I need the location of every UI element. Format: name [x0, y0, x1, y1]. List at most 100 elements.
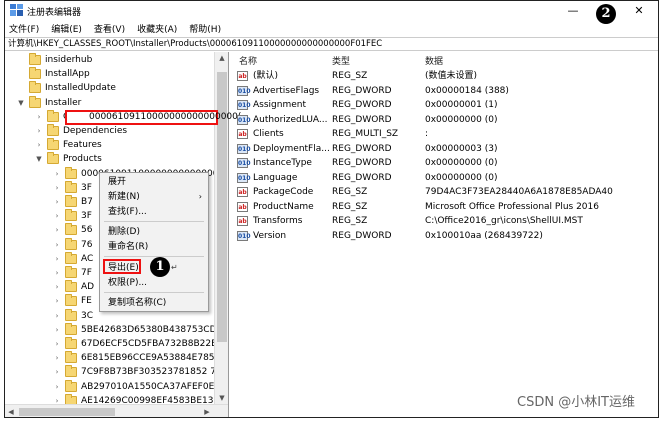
scroll-left-icon[interactable]: ◀	[5, 405, 17, 417]
submenu-arrow-icon: ›	[198, 192, 202, 201]
column-header-type[interactable]: 类型	[332, 54, 350, 67]
menu-2[interactable]: 查看(V)	[94, 22, 125, 35]
value-row[interactable]: 010 Language REG_DWORD 0x00000000 (0)	[231, 171, 658, 185]
tree-label: 3F	[81, 211, 92, 222]
watermark: CSDN @小林IT运维	[517, 395, 635, 410]
tree-horizontal-scrollbar[interactable]: ◀ ▶	[5, 404, 228, 417]
value-row[interactable]: ab ProductName REG_SZ Microsoft Office Prof…	[231, 200, 658, 214]
menu-0[interactable]: 文件(F)	[9, 22, 39, 35]
chevron-right-icon[interactable]	[17, 53, 25, 67]
folder-icon	[65, 294, 77, 307]
tree-row[interactable]: › 5BE42683D65380B438753CD	[5, 322, 217, 337]
menu-delete[interactable]: 删除(D)	[108, 225, 140, 239]
chevron-right-icon[interactable]: ›	[53, 195, 61, 209]
value-row[interactable]: 010 AuthorizedLUA... REG_DWORD 0x00000000 (…	[231, 113, 658, 127]
address-bar[interactable]: 计算机\HKEY_CLASSES_ROOT\Installer\Products…	[5, 37, 658, 51]
chevron-right-icon[interactable]: ›	[53, 238, 61, 252]
column-header-name[interactable]: 名称	[239, 54, 257, 67]
chevron-right-icon[interactable]: ›	[53, 167, 61, 181]
menu-4[interactable]: 帮助(H)	[189, 22, 221, 35]
dword-value-icon: 010	[237, 114, 251, 125]
chevron-right-icon[interactable]: ›	[35, 138, 43, 152]
folder-icon	[47, 109, 59, 122]
scroll-up-icon[interactable]: ▲	[215, 52, 228, 64]
selected-key-highlight[interactable]: 00006109110000000000000000(	[65, 110, 241, 125]
chevron-right-icon[interactable]: ›	[53, 380, 61, 394]
menu-expand[interactable]: 展开	[108, 175, 126, 189]
chevron-right-icon[interactable]: ›	[53, 223, 61, 237]
tree-row[interactable]: › 67D6ECF5CD5FBA732B8B22E	[5, 337, 217, 351]
chevron-right-icon[interactable]	[17, 81, 25, 95]
menu-separator	[104, 292, 204, 293]
tree-row[interactable]: › 7C9F8B73BF303523781852 7	[5, 365, 216, 379]
folder-icon	[47, 124, 59, 136]
tree-row[interactable]: InstalledUpdate	[5, 81, 214, 95]
chevron-right-icon[interactable]: ›	[53, 294, 61, 308]
values-pane[interactable]: 名称 类型 数据 ab (默认) REG_SZ (数值未设置) 010 Advertise…	[231, 52, 658, 417]
chevron-right-icon[interactable]: ›	[53, 266, 61, 280]
tree-row[interactable]: › AB297010A1550CA37AFEF0E	[5, 379, 214, 394]
regedit-icon	[10, 4, 23, 16]
tree-row[interactable]: › Features	[5, 138, 214, 152]
tree-row[interactable]: InstallApp	[5, 67, 214, 81]
tree-vertical-scrollbar[interactable]: ▲ ▼	[214, 52, 228, 404]
menu-3[interactable]: 收藏夹(A)	[137, 22, 177, 35]
tree-row[interactable]: › 6E815EB96CCE9A53884E785	[5, 351, 215, 365]
chevron-right-icon[interactable]: ›	[53, 337, 61, 351]
menu-new[interactable]: 新建(N)	[108, 190, 140, 204]
chevron-right-icon[interactable]: ›	[53, 323, 61, 337]
window-title: 注册表编辑器	[27, 8, 82, 18]
menu-1[interactable]: 编辑(E)	[51, 22, 82, 35]
string-value-icon: ab	[237, 71, 248, 81]
value-row[interactable]: ab PackageCode REG_SZ 79D4AC3F73EA28440A6A1…	[231, 185, 658, 199]
chevron-right-icon[interactable]	[17, 67, 25, 81]
value-row[interactable]: ab (默认) REG_SZ (数值未设置)	[231, 69, 658, 83]
tree-row[interactable]: ▼ Installer	[5, 95, 214, 110]
menu-permissions[interactable]: 权限(P)...	[108, 276, 147, 290]
value-row[interactable]: 010 Assignment REG_DWORD 0x00000001 (1)	[231, 98, 658, 112]
chevron-right-icon[interactable]: ›	[53, 280, 61, 294]
chevron-right-icon[interactable]: ›	[53, 351, 61, 365]
tree-label: InstalledUpdate	[45, 83, 116, 94]
chevron-right-icon[interactable]: ›	[53, 252, 61, 266]
chevron-right-icon[interactable]: ›	[35, 110, 43, 124]
chevron-right-icon[interactable]: ›	[35, 124, 43, 138]
column-header-data[interactable]: 数据	[425, 54, 443, 67]
value-name: Assignment	[253, 100, 306, 110]
value-row[interactable]: ab Transforms REG_SZ C:\Office2016_gr\icons…	[231, 214, 658, 228]
tree-row[interactable]: › Dependencies	[5, 124, 214, 138]
value-row[interactable]: 010 DeploymentFla... REG_DWORD 0x00000003 (…	[231, 142, 658, 156]
menu-rename[interactable]: 重命名(R)	[108, 240, 148, 254]
menu-copy-key-name[interactable]: 复制项名称(C)	[108, 296, 166, 310]
chevron-down-icon[interactable]: ▼	[35, 152, 43, 166]
scroll-right-icon[interactable]: ▶	[201, 405, 213, 417]
tree-label: AC	[81, 253, 94, 264]
tree-label: B7	[81, 197, 93, 207]
value-row[interactable]: ab Clients REG_MULTI_SZ:	[231, 127, 658, 141]
chevron-right-icon[interactable]: ›	[53, 209, 61, 223]
menu-find[interactable]: 查找(F)...	[108, 205, 147, 219]
value-row[interactable]: 010 Version REG_DWORD 0x100010aa (268439722…	[231, 229, 658, 243]
value-type: REG_DWORD	[332, 143, 392, 154]
value-row[interactable]: 010 InstanceType REG_DWORD 0x00000000 (0)	[231, 156, 658, 170]
tree-row[interactable]: ▼ Products	[5, 152, 214, 166]
chevron-right-icon[interactable]: ›	[53, 309, 61, 323]
chevron-right-icon[interactable]: ›	[53, 365, 61, 379]
folder-icon	[65, 308, 77, 321]
dword-value-icon: 010	[237, 85, 251, 96]
value-name: PackageCode	[253, 187, 314, 197]
tree-label: 76	[81, 239, 93, 250]
value-row[interactable]: 010 AdvertiseFlags REG_DWORD 0x00000184 (38…	[231, 84, 658, 98]
scroll-down-icon[interactable]: ▼	[215, 392, 228, 404]
string-value-icon: ab	[237, 187, 248, 197]
chevron-right-icon[interactable]: ›	[53, 181, 61, 195]
close-button[interactable]: ✕	[624, 1, 654, 20]
folder-icon	[47, 138, 59, 151]
value-data: 0x00000001 (1)	[425, 100, 498, 110]
chevron-down-icon[interactable]: ▼	[17, 96, 25, 110]
tree-row[interactable]: insiderhub	[5, 53, 214, 67]
selected-key-label: 00006109110000000000000000(	[89, 112, 242, 122]
minimize-button[interactable]: —	[558, 1, 588, 20]
scroll-thumb[interactable]	[19, 408, 115, 416]
title-bar[interactable]: 注册表编辑器 — ☐ ✕	[5, 1, 658, 20]
